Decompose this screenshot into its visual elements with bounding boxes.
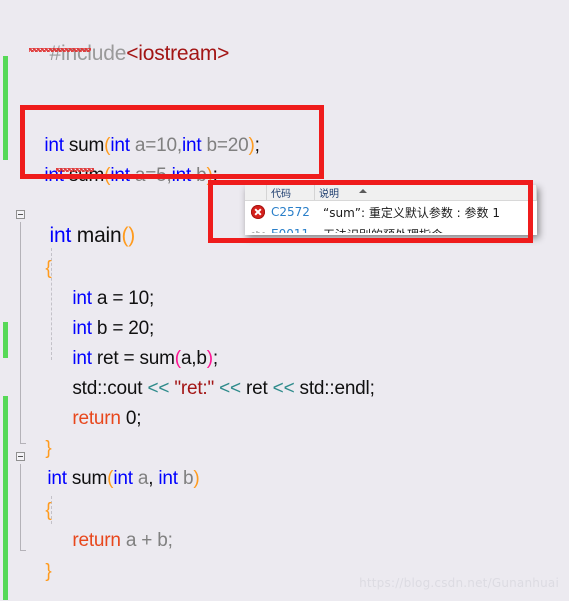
error-description-2: 无法识别的预处理指令 — [323, 226, 443, 234]
main-return-type: int — [49, 224, 72, 247]
fold-toggle-sum-definition[interactable] — [16, 452, 25, 461]
error-code[interactable]: C2572 — [271, 205, 323, 219]
return-keyword-main: return — [72, 408, 121, 429]
column-header-description[interactable]: 说明 — [315, 185, 537, 200]
def-function-name: sum — [66, 468, 108, 489]
error-icon — [251, 205, 265, 219]
cout-endl: std::endl; — [294, 378, 375, 399]
code-line-sum-definition: int sum(int a, int b) — [27, 450, 199, 507]
error-row-c2572[interactable]: C2572 “sum”: 重定义默认参数 : 参数 1 — [245, 201, 537, 223]
stream-operator-2: << — [219, 378, 241, 399]
def-param1: a — [132, 468, 149, 489]
main-open-brace: { — [45, 258, 52, 279]
code-line-def-open-brace: { — [25, 482, 51, 539]
code-line-return-sum: return a + b; — [52, 512, 173, 569]
return-keyword-def: return — [72, 530, 121, 551]
error-row-e0011[interactable]: abc E0011 无法识别的预处理指令 — [245, 223, 537, 233]
decl2-param2: b — [191, 165, 207, 186]
squiggle-include — [29, 48, 91, 52]
def-close-paren: ) — [193, 468, 200, 489]
def-open-brace: { — [45, 500, 52, 521]
def-param-comma: , — [148, 468, 159, 489]
decl2-param1-type: int — [110, 165, 130, 186]
main-parens: () — [121, 224, 136, 247]
abbr-icon: abc — [251, 230, 265, 234]
column-header-code[interactable]: 代码 — [267, 185, 315, 200]
error-list-panel[interactable]: 代码 说明 C2572 “sum”: 重定义默认参数 : 参数 1 abc E0… — [245, 185, 537, 235]
column-header-description-label: 说明 — [319, 189, 339, 200]
include-header: <iostream> — [126, 42, 230, 65]
decl1-semicolon: ; — [254, 135, 260, 156]
return-expression-def: a + b; — [120, 530, 173, 551]
main-function-name: main — [71, 224, 122, 247]
def-param2-type: int — [158, 468, 178, 489]
preprocessor-directive: #include — [49, 42, 127, 65]
watermark-url: https://blog.csdn.net/Gunanhuai — [359, 576, 559, 590]
sort-ascending-icon — [359, 189, 367, 193]
error-list-header: 代码 说明 — [245, 185, 537, 201]
decl2-param2-type: int — [171, 165, 192, 186]
code-line-main-open-brace: { — [25, 240, 51, 297]
def-param1-type: int — [113, 468, 133, 489]
stream-operator-3: << — [272, 378, 295, 399]
change-bar-top — [3, 56, 8, 160]
def-param2: b — [177, 468, 194, 489]
decl2-semicolon: ; — [212, 165, 218, 186]
decl2-param1: a=5, — [129, 165, 172, 186]
code-line-declaration-2: int sum(int a=5,int b); — [24, 147, 218, 204]
change-bar-bottom — [3, 396, 8, 600]
fold-toggle-main[interactable] — [16, 210, 25, 219]
error-description: “sum”: 重定义默认参数 : 参数 1 — [323, 205, 500, 220]
cout-string-literal: "ret:" — [169, 378, 220, 399]
code-line-def-close-brace: } — [25, 543, 51, 600]
code-line-return-main: return 0; — [52, 390, 141, 447]
error-code-2[interactable]: E0011 — [271, 227, 323, 233]
def-close-brace: } — [45, 561, 52, 582]
change-bar-middle — [3, 322, 8, 358]
return-value-main: 0; — [120, 408, 142, 429]
column-header-icon[interactable] — [245, 185, 267, 200]
code-line-include: #include<iostream> — [27, 25, 230, 82]
stream-operator-1: << — [147, 378, 170, 399]
fold-guide-main — [20, 222, 26, 444]
code-editor[interactable]: #include<iostream> int sum(int a=10,int … — [0, 0, 569, 600]
fold-guide-sum-definition — [20, 464, 26, 551]
error-row-e0011-clipped[interactable]: abc E0011 无法识别的预处理指令 — [245, 223, 537, 233]
squiggle-decl2-sum — [56, 168, 94, 172]
cout-variable: ret — [240, 378, 273, 399]
